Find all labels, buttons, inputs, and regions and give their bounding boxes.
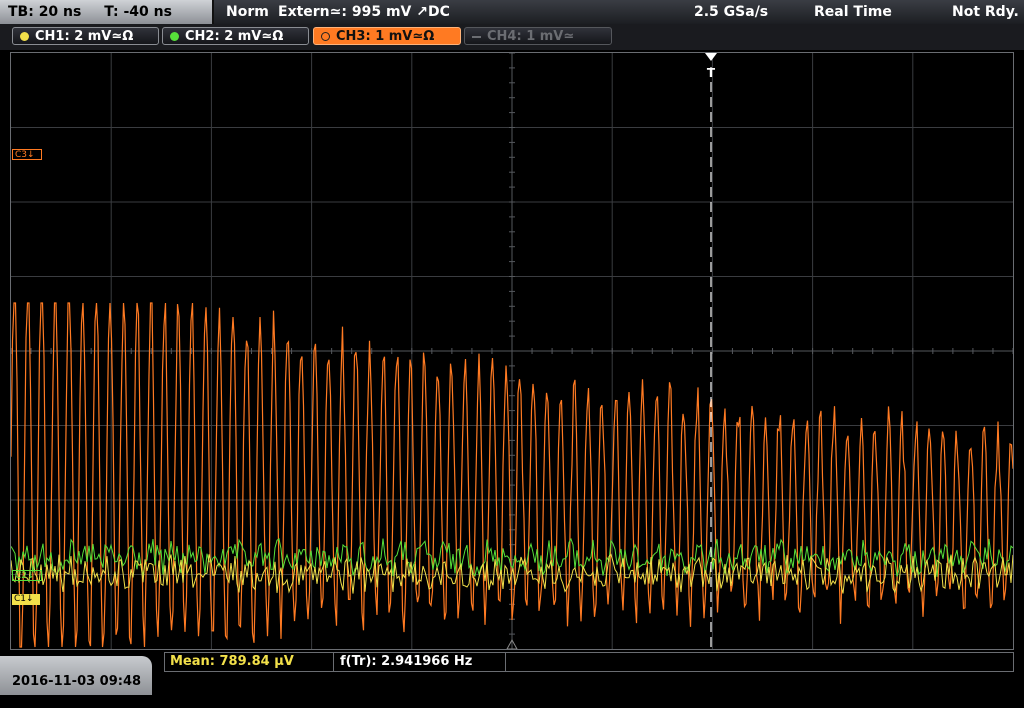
channel-3-button[interactable]: CH3: 1 mV≃Ω [313,27,461,45]
channel-4-button[interactable]: CH4: 1 mV≃ [464,27,612,45]
channel-2-button[interactable]: CH2: 2 mV≃Ω [162,27,309,45]
ch2-offset-marker[interactable]: C2↓ [12,570,42,581]
waveform-canvas: T [11,53,1013,649]
frequency-measurement: f(Tr): 2.941966 Hz [340,654,473,669]
measurement-divider [333,653,334,671]
ch3-offset-marker[interactable]: C3↓ [12,149,42,160]
ch1-offset-marker[interactable]: C1↓ [12,594,40,605]
timebase-label: TB: 20 ns [8,4,82,20]
channel-4-label: CH4: 1 mV≃ [487,29,575,44]
sample-rate[interactable]: 2.5 GSa/s [694,0,768,24]
channel-1-button[interactable]: CH1: 2 mV≃Ω [12,27,159,45]
channel-bar: CH1: 2 mV≃Ω CH2: 2 mV≃Ω CH3: 1 mV≃Ω CH4:… [0,24,1024,50]
trigger-label: T [707,66,716,80]
channel-1-label: CH1: 2 mV≃Ω [35,29,134,44]
channel-3-label: CH3: 1 mV≃Ω [336,29,435,44]
acquisition-mode[interactable]: Real Time [814,0,892,24]
trigger-source[interactable]: Extern≃: 995 mV ↗DC [278,0,450,24]
channel-4-indicator-icon [472,36,481,38]
measurement-divider [505,653,506,671]
trigger-time-label: T: -40 ns [104,4,172,20]
channel-3-indicator-icon [321,32,330,41]
timebase-box[interactable]: TB: 20 ns T: -40 ns [0,0,214,24]
channel-2-indicator-icon [170,32,179,41]
waveform-display[interactable]: T C3↓ C2↓ C1↓ [10,52,1014,650]
run-status[interactable]: Not Rdy. [952,0,1019,24]
channel-1-indicator-icon [20,32,29,41]
measurement-bar[interactable]: Mean: 789.84 µV f(Tr): 2.941966 Hz [164,652,1014,672]
top-status-bar: TB: 20 ns T: -40 ns Norm Extern≃: 995 mV… [0,0,1024,24]
date-time-box: 2016-11-03 09:48 [0,656,152,695]
trigger-mode[interactable]: Norm [226,0,269,24]
trigger-position-arrow-icon [705,53,717,61]
channel-2-label: CH2: 2 mV≃Ω [185,29,284,44]
mean-measurement: Mean: 789.84 µV [170,654,294,669]
